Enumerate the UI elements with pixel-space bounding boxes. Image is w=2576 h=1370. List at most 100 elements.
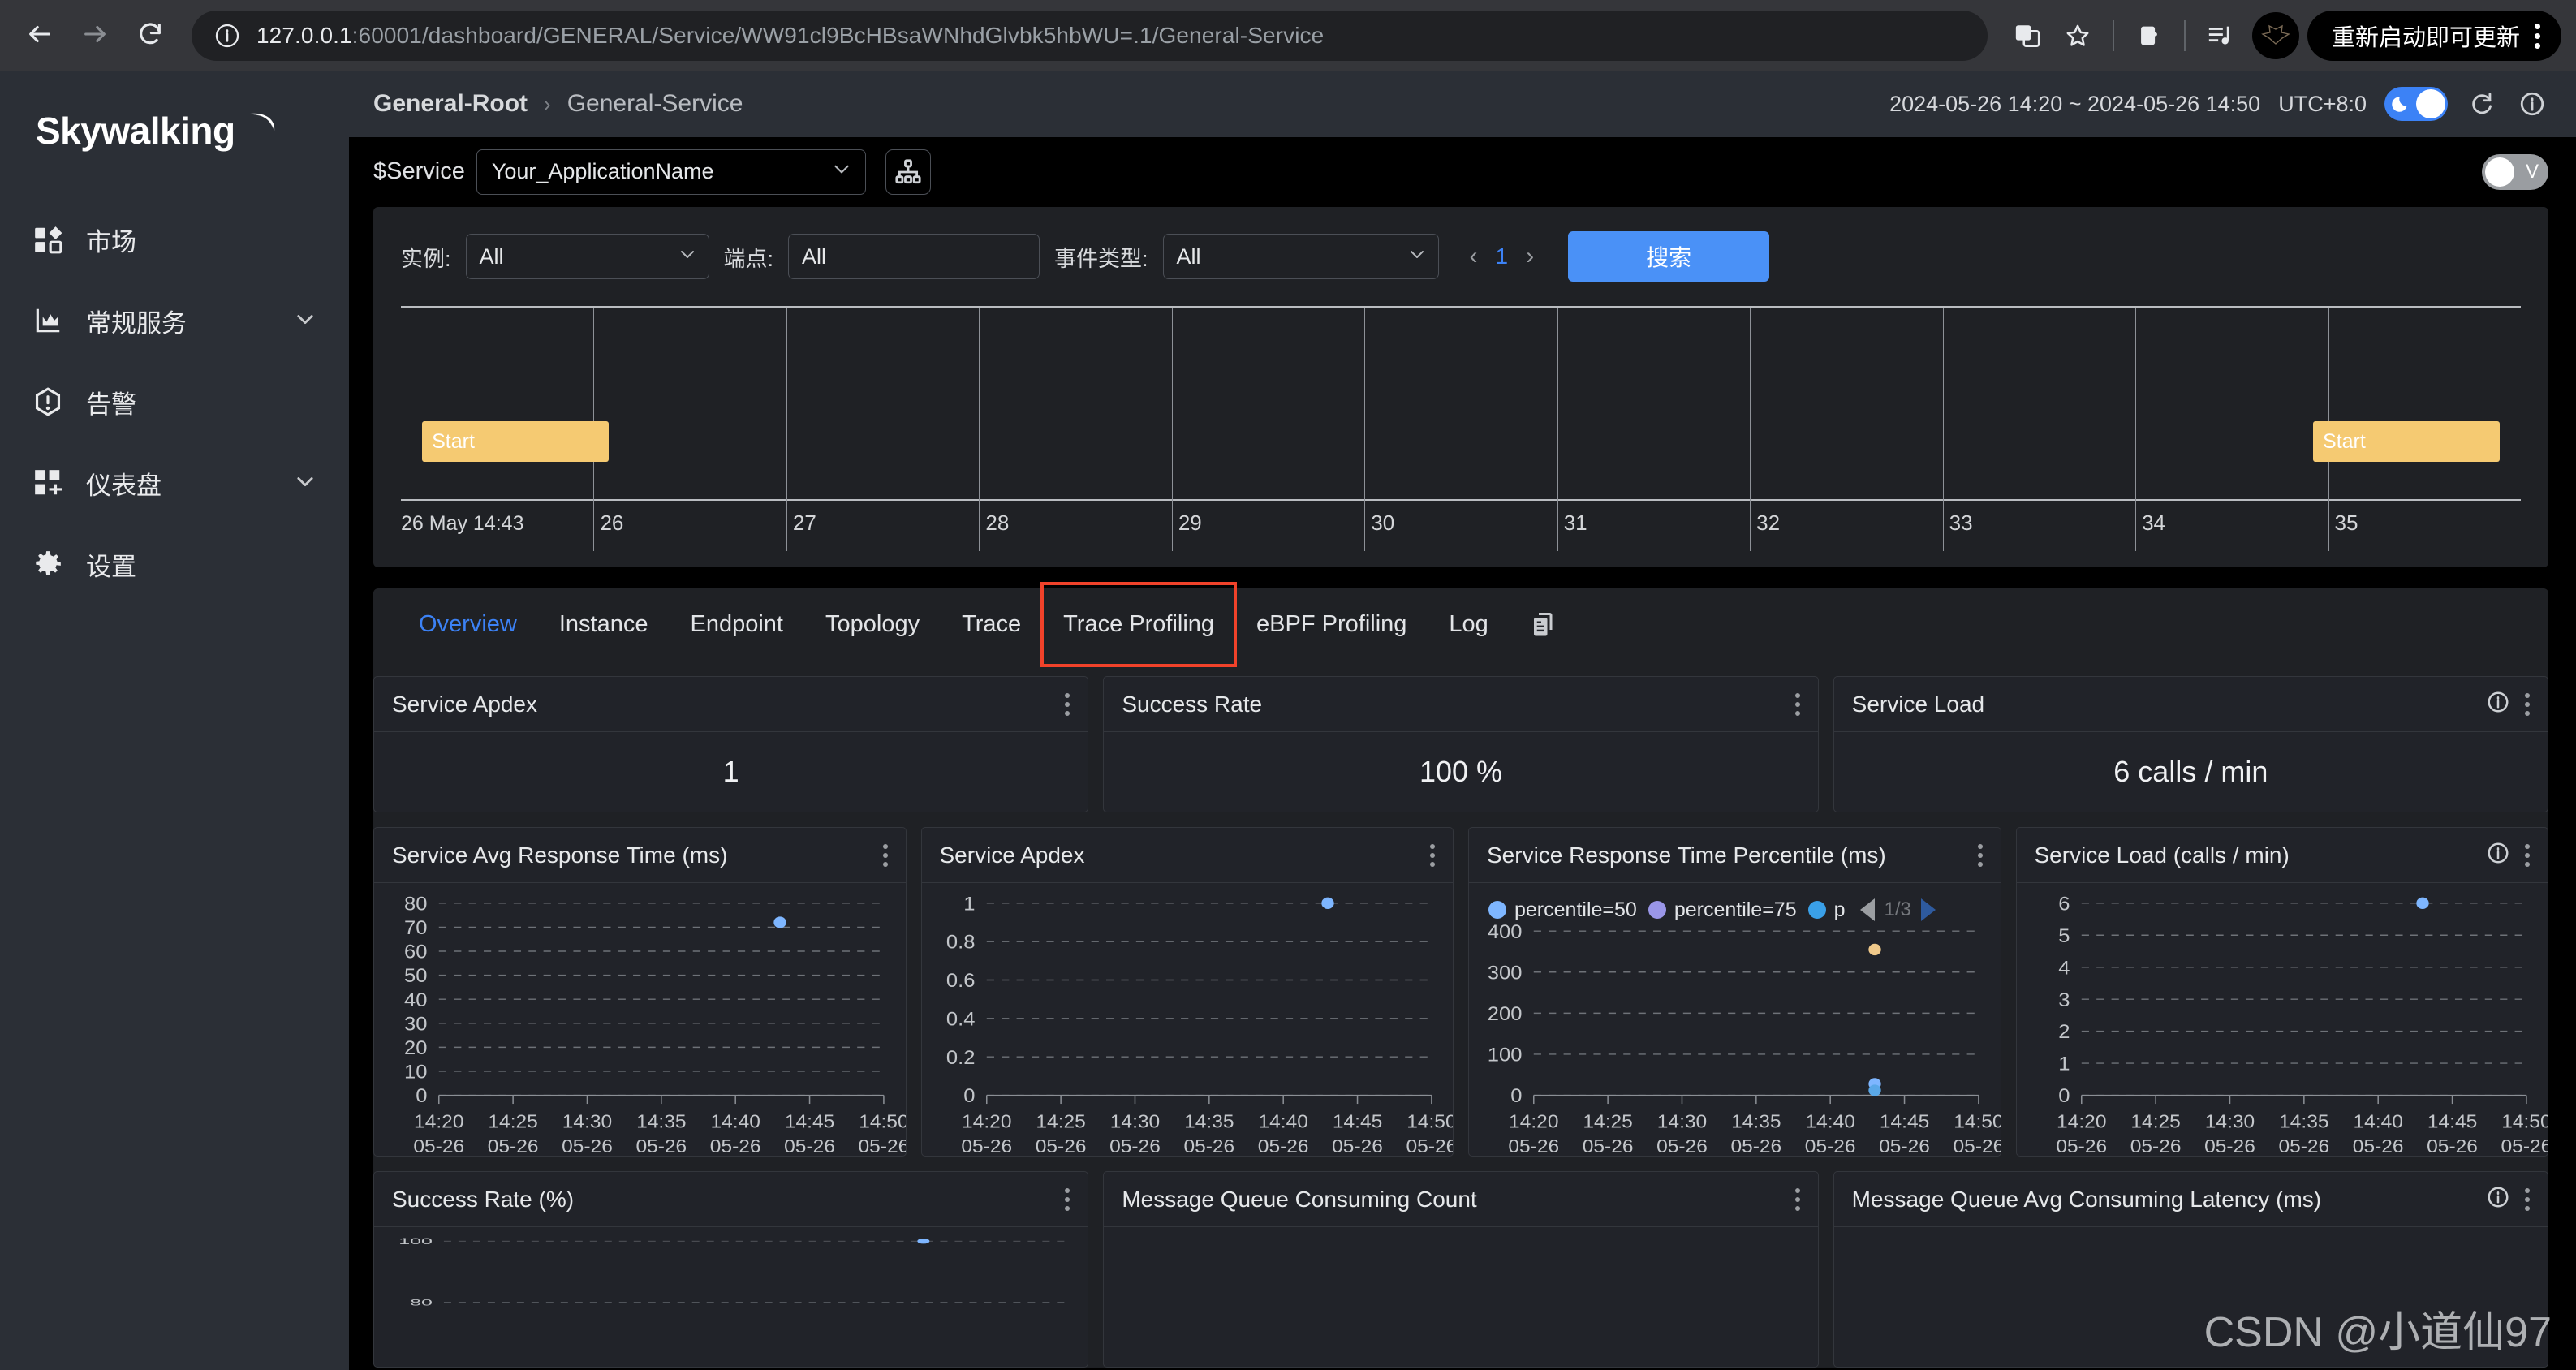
search-button[interactable]: 搜索 <box>1568 231 1770 282</box>
tab-endpoint[interactable]: Endpoint <box>670 588 805 661</box>
svg-text:05-26: 05-26 <box>710 1137 761 1156</box>
dashboard-tabs-panel: Overview Instance Endpoint Topology Trace Tra… <box>373 582 2548 1368</box>
card-tools <box>1973 843 1988 867</box>
svg-text:14:40: 14:40 <box>1805 1113 1854 1133</box>
event-type-filter-select[interactable]: All <box>1162 234 1439 280</box>
browser-menu-icon[interactable] <box>2535 23 2540 49</box>
info-icon[interactable] <box>2486 841 2510 869</box>
svg-text:3: 3 <box>2058 990 2070 1011</box>
refresh-button[interactable] <box>2466 88 2498 120</box>
svg-text:05-26: 05-26 <box>2204 1137 2255 1156</box>
svg-text:14:35: 14:35 <box>1184 1113 1234 1133</box>
reload-icon <box>136 20 164 52</box>
translate-icon[interactable] <box>2004 12 2051 59</box>
sidebar-item-settings[interactable]: 设置 <box>0 523 349 605</box>
sidebar-item-label: 常规服务 <box>86 308 187 338</box>
card-menu-icon[interactable] <box>878 843 893 867</box>
info-icon[interactable] <box>2486 690 2510 718</box>
sidebar-item-dashboard[interactable]: 仪表盘 <box>0 442 349 523</box>
bookmark-star-icon[interactable] <box>2054 12 2101 59</box>
svg-text:14:20: 14:20 <box>1509 1113 1558 1133</box>
card-menu-icon[interactable] <box>2520 1187 2535 1211</box>
card-service-apdex-chart: Service Apdex 0 0.2 0.4 0.6 0.8 1 14:20 05-26 14:… <box>920 827 1454 1157</box>
gantt-event-bar[interactable]: Start <box>422 421 609 463</box>
breadcrumb-root[interactable]: General-Root <box>373 90 528 118</box>
back-button[interactable] <box>15 11 65 61</box>
card-menu-icon[interactable] <box>1060 1187 1075 1211</box>
chevron-right-icon[interactable]: › <box>1526 243 1534 270</box>
time-range-picker[interactable]: 2024-05-26 14:20 ~ 2024-05-26 14:50 <box>1889 92 2260 117</box>
tab-log[interactable]: Log <box>1428 588 1509 661</box>
svg-text:14:50: 14:50 <box>1406 1113 1453 1133</box>
chevron-down-icon[interactable] <box>294 308 317 334</box>
theme-toggle[interactable] <box>2384 87 2448 122</box>
card-menu-icon[interactable] <box>1790 692 1805 716</box>
chevron-left-icon[interactable]: ‹ <box>1470 243 1478 270</box>
instance-filter-select[interactable]: All <box>465 234 709 280</box>
forward-button[interactable] <box>70 11 120 61</box>
card-menu-icon[interactable] <box>2520 692 2535 716</box>
svg-text:80: 80 <box>410 1299 433 1308</box>
forward-arrow-icon <box>81 20 109 52</box>
address-bar[interactable]: 127.0.0.1:60001/dashboard/GENERAL/Servic… <box>192 11 1988 61</box>
tab-trace[interactable]: Trace <box>941 588 1042 661</box>
site-info-icon[interactable] <box>209 18 245 54</box>
extensions-icon[interactable] <box>2126 12 2173 59</box>
back-arrow-icon <box>26 20 54 52</box>
endpoint-filter-input[interactable]: All <box>788 234 1040 280</box>
copy-dashboard-button[interactable] <box>1510 588 1578 661</box>
view-mode-toggle[interactable]: V <box>2482 153 2548 190</box>
svg-text:05-26: 05-26 <box>1583 1137 1634 1156</box>
chart-icon <box>31 304 65 338</box>
info-button[interactable] <box>2516 88 2548 120</box>
gantt-event-bar[interactable]: Start <box>2313 421 2500 463</box>
profile-avatar-icon[interactable] <box>2251 12 2299 59</box>
tab-instance[interactable]: Instance <box>538 588 670 661</box>
update-button-label: 重新启动即可更新 <box>2331 25 2520 51</box>
card-menu-icon[interactable] <box>1060 692 1075 716</box>
svg-text:14:25: 14:25 <box>1036 1113 1085 1133</box>
card-menu-icon[interactable] <box>1973 843 1988 867</box>
skywalking-logo[interactable]: Skywalking <box>0 93 349 168</box>
media-list-icon[interactable] <box>2197 12 2244 59</box>
reload-button[interactable] <box>125 11 175 61</box>
svg-text:0.6: 0.6 <box>946 971 975 992</box>
update-button[interactable]: 重新启动即可更新 <box>2307 11 2561 61</box>
info-icon[interactable] <box>2486 1185 2510 1213</box>
topology-button[interactable] <box>885 149 931 195</box>
card-body <box>1834 1227 2548 1367</box>
page-topbar: General-Root › General-Service 2024-05-2… <box>349 71 2576 137</box>
card-title: Success Rate <box>1122 691 1263 717</box>
card-menu-icon[interactable] <box>2520 843 2535 867</box>
tab-trace-profiling[interactable]: Trace Profiling <box>1040 582 1238 668</box>
card-menu-icon[interactable] <box>1425 843 1440 867</box>
chart-container: 0 10 20 30 40 50 60 70 80 14:20 05-26 14:25 05-26 14:… <box>374 883 905 1156</box>
svg-text:80: 80 <box>404 894 427 915</box>
svg-text:14:45: 14:45 <box>1332 1113 1381 1133</box>
instance-filter-value: All <box>479 243 504 269</box>
card-menu-icon[interactable] <box>1790 1187 1805 1211</box>
svg-text:05-26: 05-26 <box>2427 1137 2478 1156</box>
service-select-value: Your_ApplicationName <box>491 159 714 184</box>
card-success-rate-summary: Success Rate 100 % <box>1103 676 1819 813</box>
svg-text:1: 1 <box>2058 1054 2070 1075</box>
service-select[interactable]: Your_ApplicationName <box>476 149 866 195</box>
chevron-down-icon[interactable] <box>294 470 317 497</box>
tab-ebpf-profiling[interactable]: eBPF Profiling <box>1235 588 1428 661</box>
gantt-tick-label: 34 <box>2142 511 2165 536</box>
breadcrumb-current[interactable]: General-Service <box>567 90 743 118</box>
chart-plot: 0 0.2 0.4 0.6 0.8 1 14:20 05-26 14:25 05-26 14:30 0… <box>946 894 1453 1156</box>
tab-overview[interactable]: Overview <box>398 588 538 661</box>
gantt-footer-time: 26 May 14:43 <box>401 512 524 536</box>
sidebar-item-alarm[interactable]: 告警 <box>0 361 349 442</box>
svg-text:14:20: 14:20 <box>2057 1113 2106 1133</box>
sidebar-item-marketplace[interactable]: 市场 <box>0 199 349 280</box>
svg-text:14:35: 14:35 <box>2279 1113 2328 1133</box>
sidebar: Skywalking 市场 常规服务 告警 仪表盘 设置 <box>0 71 349 1370</box>
card-header: Service Apdex <box>921 828 1453 884</box>
event-filter-row: 实例: All 端点: All 事件类型: All ‹ 1 › 搜索 <box>373 207 2548 306</box>
sidebar-item-general-service[interactable]: 常规服务 <box>0 280 349 361</box>
svg-text:14:25: 14:25 <box>488 1113 537 1133</box>
tab-topology[interactable]: Topology <box>804 588 941 661</box>
svg-text:14:30: 14:30 <box>2204 1113 2254 1133</box>
